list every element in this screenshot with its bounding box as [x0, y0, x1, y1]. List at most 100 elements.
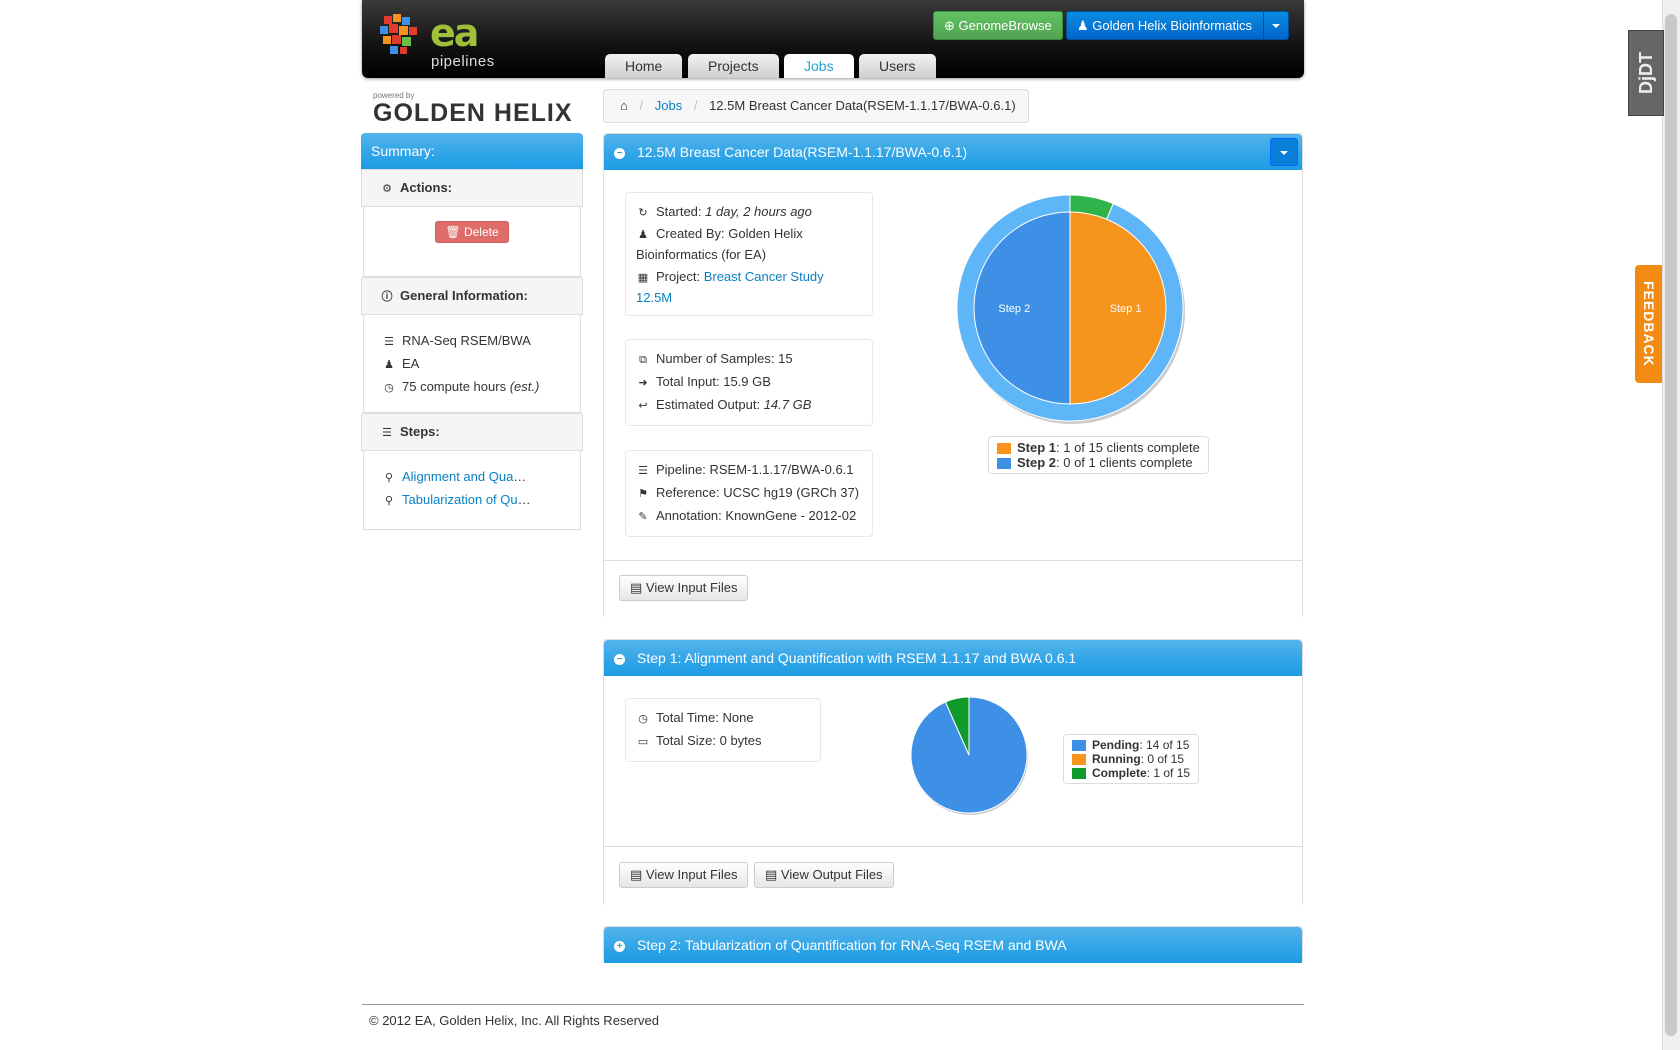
- job-io-card: ⧉ Number of Samples: 15 ➜ Total Input: 15.…: [625, 339, 873, 426]
- group-name: ♟ EA: [382, 352, 562, 375]
- nav-tab-home[interactable]: Home: [605, 54, 683, 78]
- job-panel: −12.5M Breast Cancer Data(RSEM-1.1.17/BW…: [603, 133, 1303, 619]
- footer-divider: [362, 1004, 1304, 1005]
- group-icon: ♟: [384, 359, 394, 371]
- actions-body: 🗑 Delete: [363, 207, 581, 277]
- feedback-tab[interactable]: FEEDBACK: [1635, 265, 1662, 383]
- nav-tab-users[interactable]: Users: [859, 54, 936, 78]
- list-icon: ▤: [765, 867, 778, 882]
- total-input-line: ➜ Total Input: 15.9 GB: [636, 371, 862, 394]
- pipeline-type: ☰ RNA-Seq RSEM/BWA: [382, 329, 562, 352]
- total-time-line: ◷ Total Time: None: [636, 707, 810, 730]
- nav-tab-projects[interactable]: Projects: [688, 54, 779, 78]
- ea-logo-icon: [380, 14, 417, 54]
- user-menu-button[interactable]: ♟ Golden Helix Bioinformatics: [1066, 11, 1268, 40]
- actions-header: ⚙ Actions:: [361, 169, 583, 207]
- estimated-output-line: ↩ Estimated Output: 14.7 GB: [636, 394, 862, 417]
- job-panel-footer: ▤ View Input Files: [604, 560, 1302, 619]
- step1-panel: − Step 1: Alignment and Quantification wi…: [603, 639, 1303, 907]
- genomebrowse-button[interactable]: ⊕ GenomeBrowse: [933, 11, 1063, 40]
- job-progress-pie: Step 1 Step 2: [956, 194, 1185, 424]
- legend-swatch: [997, 443, 1011, 455]
- hdd-icon: ▭: [637, 736, 649, 748]
- gear-icon: ⚙: [382, 183, 392, 195]
- delete-button[interactable]: 🗑 Delete: [435, 221, 509, 243]
- nav-tab-jobs[interactable]: Jobs: [784, 54, 854, 78]
- step1-status-pie: [910, 696, 1028, 815]
- job-panel-header[interactable]: −12.5M Breast Cancer Data(RSEM-1.1.17/BW…: [604, 134, 1302, 170]
- view-input-files-button[interactable]: ▤ View Input Files: [619, 575, 749, 601]
- step1-view-output-files-button[interactable]: ▤ View Output Files: [754, 862, 894, 888]
- list-icon: ☰: [382, 427, 392, 439]
- legend-swatch: [997, 458, 1011, 470]
- job-details-card: ↻ Started: 1 day, 2 hours ago ♟ Created By…: [625, 192, 873, 316]
- steps-header: ☰ Steps:: [361, 413, 583, 451]
- legend-swatch: [1072, 740, 1086, 752]
- debug-toolbar-handle[interactable]: DjDT: [1628, 30, 1664, 116]
- sign-out-icon: ↩: [638, 400, 648, 412]
- legend-swatch: [1072, 754, 1086, 766]
- pie-label-step-2: Step 2: [998, 303, 1030, 315]
- step1-panel-footer: ▤ View Input Files ▤ View Output Files: [604, 846, 1302, 907]
- pencil-icon: ✎: [638, 511, 648, 523]
- step1-panel-header[interactable]: − Step 1: Alignment and Quantification wi…: [604, 640, 1302, 676]
- home-icon[interactable]: ⌂: [620, 98, 628, 113]
- created-by-line: ♟ Created By: Golden Helix Bioinformatics…: [636, 226, 803, 262]
- annotation-line: ✎ Annotation: KnownGene - 2012-02: [636, 505, 862, 528]
- step1-pie-legend: Pending: 14 of 15 Running: 0 of 15 Compl…: [1063, 734, 1200, 784]
- collapse-icon[interactable]: −: [614, 653, 625, 665]
- legend-item-step2: Step 2: 0 of 1 clients complete: [997, 455, 1200, 470]
- user-menu-caret-button[interactable]: [1263, 11, 1289, 40]
- compute-hours: ◷ 75 compute hours (est.): [382, 375, 562, 398]
- pipeline-line: ☰ Pipeline: RSEM-1.1.17/BWA-0.6.1: [636, 459, 862, 482]
- panel-menu-button[interactable]: [1270, 138, 1298, 166]
- breadcrumb-current: 12.5M Breast Cancer Data(RSEM-1.1.17/BWA…: [709, 98, 1016, 113]
- started-line: ↻ Started: 1 day, 2 hours ago: [636, 201, 862, 224]
- legend-item-step1: Step 1: 1 of 15 clients complete: [997, 440, 1200, 455]
- golden-helix-logo: GOLDEN HELIX: [373, 99, 573, 127]
- clock-icon: ◷: [384, 382, 394, 394]
- clock-icon: ◷: [638, 713, 648, 725]
- breadcrumb: ⌂ / Jobs / 12.5M Breast Cancer Data(RSEM…: [603, 89, 1029, 123]
- step1-view-input-files-button[interactable]: ▤ View Input Files: [619, 862, 749, 888]
- step2-panel-header[interactable]: + Step 2: Tabularization of Quantificatio…: [604, 927, 1302, 963]
- refresh-icon: ↻: [638, 207, 648, 219]
- map-marker-icon: ⚲: [384, 495, 394, 507]
- general-info-header: ⓘ General Information:: [361, 277, 583, 315]
- tag-icon: ⚑: [638, 488, 648, 500]
- sign-in-icon: ➜: [638, 377, 648, 389]
- step2-panel: + Step 2: Tabularization of Quantificatio…: [603, 926, 1303, 963]
- legend-item-running: Running: 0 of 15: [1072, 752, 1190, 766]
- project-line: ▦ Project: Breast Cancer Study 12.5M: [636, 269, 824, 305]
- user-icon: ♟: [1077, 18, 1089, 33]
- total-size-line: ▭ Total Size: 0 bytes: [636, 730, 810, 753]
- legend-swatch: [1072, 768, 1086, 780]
- scrollbar-thumb[interactable]: [1665, 14, 1677, 1036]
- genomebrowse-label: GenomeBrowse: [958, 18, 1052, 33]
- sitemap-icon: ☰: [638, 465, 648, 477]
- samples-line: ⧉ Number of Samples: 15: [636, 348, 862, 371]
- trash-icon: 🗑: [445, 225, 461, 239]
- user-menu-label: Golden Helix Bioinformatics: [1092, 18, 1252, 33]
- legend-item-pending: Pending: 14 of 15: [1072, 738, 1190, 752]
- general-info-body: ☰ RNA-Seq RSEM/BWA ♟ EA ◷ 75 compute hours …: [363, 315, 581, 413]
- collapse-icon[interactable]: −: [614, 147, 625, 159]
- caret-down-icon: [1272, 24, 1280, 28]
- reference-line: ⚑ Reference: UCSC hg19 (GRCh 37): [636, 482, 862, 505]
- sidebar-step-1[interactable]: ⚲Alignment and Quantification with RSEM …: [382, 465, 532, 488]
- expand-icon[interactable]: +: [614, 940, 625, 952]
- summary-sidebar: Summary: ⚙ Actions: 🗑 Delete ⓘ General Inf…: [361, 133, 583, 530]
- user-icon: ♟: [638, 229, 648, 241]
- list-icon: ▤: [630, 867, 643, 882]
- chart-icon: ▦: [637, 272, 649, 284]
- job-pipeline-card: ☰ Pipeline: RSEM-1.1.17/BWA-0.6.1 ⚑ Refere…: [625, 450, 873, 537]
- summary-title: Summary:: [361, 133, 583, 169]
- footer-copyright: © 2012 EA, Golden Helix, Inc. All Rights…: [369, 1013, 659, 1028]
- sitemap-icon: ☰: [384, 336, 394, 348]
- caret-down-icon: [1280, 151, 1288, 155]
- breadcrumb-jobs-link[interactable]: Jobs: [655, 98, 682, 113]
- sidebar-step-2[interactable]: ⚲Tabularization of Quantification for RN…: [382, 488, 532, 511]
- app-logo-text: ea: [430, 11, 479, 55]
- step1-stats-card: ◷ Total Time: None ▭ Total Size: 0 bytes: [625, 698, 821, 762]
- legend-item-complete: Complete: 1 of 15: [1072, 766, 1190, 780]
